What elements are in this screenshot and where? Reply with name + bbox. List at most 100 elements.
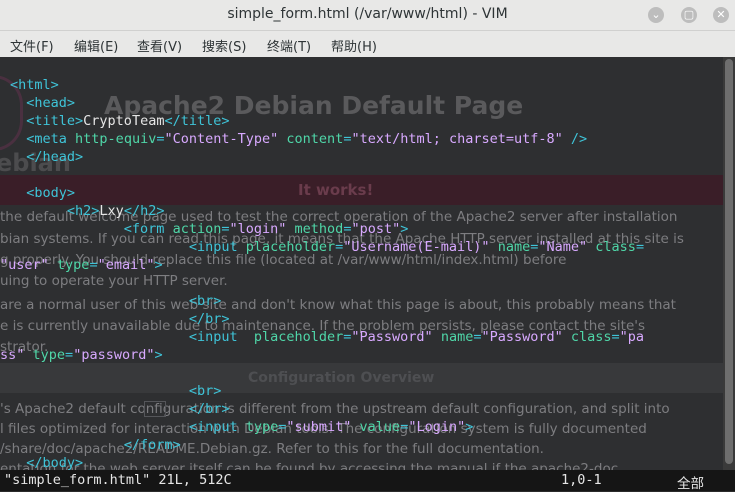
minimize-icon[interactable]: ⌄ [648,7,664,23]
code-line[interactable]: <input placeholder="Password" name="Pass… [10,328,644,346]
terminal-editor-area[interactable]: Apache2 Debian Default Page ebian It wor… [0,57,723,470]
code-token-val: "submit" [286,419,352,435]
code-token-tag: <head> [26,95,76,111]
code-token-tag: <form [123,221,173,237]
code-line[interactable]: <html> [10,76,59,94]
code-line[interactable]: ss" type="password"> [0,346,163,364]
vim-status-line: "simple_form.html" 21L, 512C 1,0-1 全部 [0,470,735,492]
menu-help[interactable]: 帮助(H) [331,36,377,55]
code-line[interactable]: </form> [10,436,181,454]
code-token-attr: class [595,239,636,255]
status-scroll-position: 全部 [677,476,704,492]
code-token-tag: <html> [10,77,59,93]
code-line[interactable]: <input placeholder = "Username(E-mail)" na… [10,238,644,256]
menu-bar: 文件(F) 编辑(E) 查看(V) 搜索(S) 终端(T) 帮助(H) [0,31,735,57]
code-line[interactable]: </head> [10,148,83,166]
code-token-tag: = [65,347,74,363]
code-token-tag: </body> [26,455,84,470]
code-token-val: "text/html; charset=utf-8" [351,131,563,147]
code-token-txt: CryptoTeam [83,113,165,129]
menu-view[interactable]: 查看(V) [137,36,182,55]
code-line[interactable]: <br> [10,382,222,400]
code-line[interactable]: <meta http-equiv="Content-Type" content=… [10,130,587,148]
scrollbar-thumb[interactable] [725,59,733,464]
code-token-tag: </form> [123,437,181,453]
code-token-tag: </h2> [123,203,165,219]
close-icon[interactable]: ✕ [713,7,729,23]
menu-terminal[interactable]: 终端(T) [267,36,311,55]
code-token-tag: = [611,329,620,345]
code-token-val: "password" [73,347,155,363]
code-token-tag: </title> [164,113,230,129]
code-token-val: ss" [0,347,25,363]
code-token-attr: content [286,131,344,147]
code-line[interactable]: <head> [10,94,75,112]
code-token-tag: <input [188,239,246,255]
code-token-tag: </head> [26,149,84,165]
menu-search[interactable]: 搜索(S) [202,36,246,55]
code-token-val: "Password" [481,329,563,345]
vim-buffer[interactable]: <html> <head> <title>CryptoTeam</title> … [0,57,723,470]
code-token-tag: > [465,419,474,435]
code-line[interactable]: </br> [10,400,230,418]
code-token-val: "Login" [408,419,466,435]
code-token-tag: > [154,257,163,273]
code-line[interactable]: <input type="submit" value="Login"> [10,418,474,436]
code-token-val: "Password" [351,329,433,345]
status-file-info: "simple_form.html" 21L, 512C [4,472,232,488]
code-token-tag: > [400,221,409,237]
code-token-tag: <meta [26,131,76,147]
code-line[interactable]: </br> [10,310,230,328]
code-token-attr: placeholder [253,329,344,345]
code-token-attr: type [56,257,90,273]
code-token-attr: placeholder [245,239,336,255]
code-token-txt: Lxy [99,203,124,219]
vertical-scrollbar[interactable] [723,57,735,470]
code-token-val: "post" [351,221,401,237]
code-line[interactable]: <body> [10,184,75,202]
code-line[interactable]: <br> [10,292,222,310]
code-token-attr: name [497,239,531,255]
code-line[interactable]: "user" type="email"> [0,256,163,274]
code-token-val: "Name" [538,239,588,255]
code-line[interactable]: <title>CryptoTeam</title> [10,112,229,130]
window-titlebar: simple_form.html (/var/www/html) - VIM ⌄… [0,0,735,31]
code-token-val: "Username(E-mail)" [343,239,490,255]
code-token-tag: = [221,221,230,237]
code-line[interactable]: </body> [10,454,83,470]
code-token-val: "Content-Type" [164,131,279,147]
code-line[interactable]: <form action="login" method="post"> [10,220,409,238]
menu-edit[interactable]: 编辑(E) [74,36,118,55]
code-token-tag: = [635,239,645,255]
code-token-tag: <input [188,419,246,435]
window-title: simple_form.html (/var/www/html) - VIM [227,6,508,22]
menu-file[interactable]: 文件(F) [10,36,54,55]
code-token-val: "login" [229,221,287,237]
maximize-icon[interactable]: ▢ [681,7,697,23]
code-line[interactable]: <h2>Lxy</h2> [10,202,165,220]
code-token-attr: http-equiv [75,131,157,147]
code-token-val: "email" [97,257,155,273]
code-token-attr: class [570,329,612,345]
